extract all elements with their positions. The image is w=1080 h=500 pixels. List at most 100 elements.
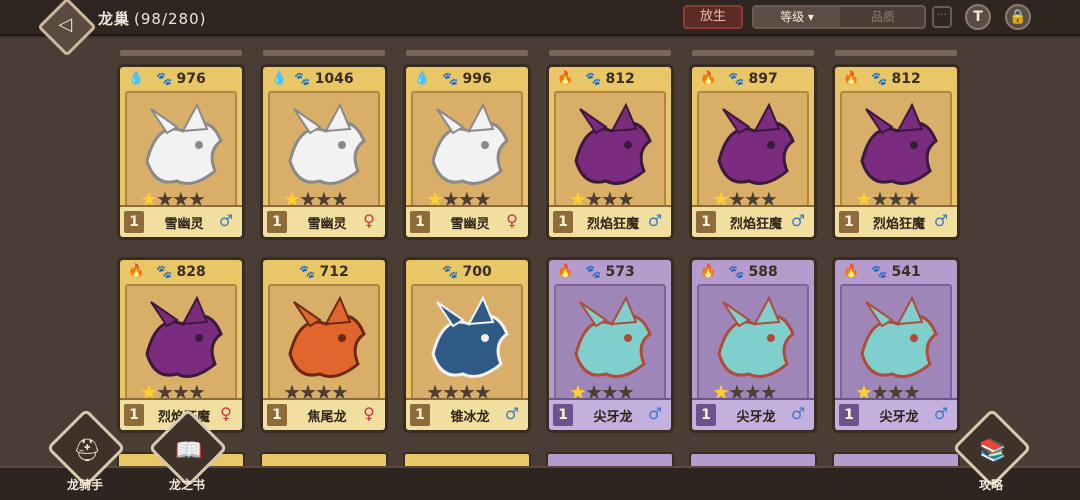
power-number: 976 <box>176 71 206 87</box>
guide-book-icon: 📚 <box>979 438 1007 464</box>
dragon-name: 尖牙龙 <box>593 410 633 425</box>
female-icon: ♀ <box>506 211 518 230</box>
dragon-card-partial[interactable] <box>832 452 960 466</box>
shelf-divider <box>406 50 528 56</box>
dragon-illustration <box>431 295 509 378</box>
dragon-illustration <box>145 295 223 378</box>
dragon-card[interactable]: 🐾 700 ★★★★ 1 锥冰龙 ♂ <box>403 257 531 433</box>
dragon-name: 焦尾龙 <box>307 410 347 425</box>
power-value: 🐾 828 <box>120 264 242 280</box>
dragon-card[interactable]: 🔥 🐾828 ★★★★ 1 烈焰狂魔 ♀ <box>117 257 245 433</box>
dragon-level: 1 <box>839 211 859 233</box>
dragon-card[interactable]: 💧 🐾 976 ★★★★ 1 雪幽灵 ♂ <box>117 64 245 240</box>
paw-icon: 🐾 <box>294 72 311 87</box>
dragon-level: 1 <box>553 404 573 426</box>
power-value: 🐾 700 <box>406 264 528 280</box>
power-value: 🐾 996 <box>406 71 528 87</box>
male-icon: ♂ <box>218 211 234 230</box>
more-options-button[interactable]: ··· <box>932 6 952 28</box>
male-icon: ♂ <box>790 404 806 423</box>
shelf-divider <box>692 50 814 56</box>
page-title-text: 龙巢 <box>98 10 131 28</box>
dragon-level: 1 <box>696 211 716 233</box>
male-icon: ♂ <box>933 404 949 423</box>
dragon-card[interactable]: 🔥 🐾 897 ★★★★ 1 烈焰狂魔 ♂ <box>689 64 817 240</box>
dragon-illustration <box>574 295 652 378</box>
dragon-illustration <box>574 102 652 185</box>
card-footer: 1 锥冰龙 ♂ <box>406 398 528 430</box>
dragon-name: 烈焰狂魔 <box>729 217 782 232</box>
female-icon: ♀ <box>363 211 375 230</box>
dragon-card-partial[interactable] <box>260 452 388 466</box>
paw-icon: 🐾 <box>728 265 745 280</box>
card-footer: 1 烈焰狂魔 ♂ <box>549 205 671 237</box>
dragon-card[interactable]: 🔥 🐾 812 ★★★★ 1 烈焰狂魔 ♂ <box>832 64 960 240</box>
paw-icon: 🐾 <box>728 72 745 87</box>
lock-icon: 🔒 <box>1009 9 1027 25</box>
dragon-level: 1 <box>839 404 859 426</box>
dragon-illustration <box>717 295 795 378</box>
dragon-level: 1 <box>410 404 430 426</box>
release-button[interactable]: 放生 <box>683 5 743 29</box>
dragon-card-partial[interactable] <box>689 452 817 466</box>
dragon-card[interactable]: 💧 🐾 1046 ★★★★ 1 雪幽灵 ♀ <box>260 64 388 240</box>
dragon-book-label: 龙之书 <box>168 478 205 492</box>
male-icon: ♂ <box>504 404 520 423</box>
power-number: 996 <box>462 71 492 87</box>
dragon-card[interactable]: 🐾 712 ★★★★ 1 焦尾龙 ♀ <box>260 257 388 433</box>
male-icon: ♂ <box>933 211 949 230</box>
paw-icon: 🐾 <box>156 72 173 87</box>
card-footer: 1 雪幽灵 ♂ <box>120 205 242 237</box>
sort-by-quality-tab[interactable]: 品质 <box>840 7 924 27</box>
page-title: 龙巢 (98/280) <box>98 8 207 29</box>
dragon-card[interactable]: 🔥 🐾 541 ★★★★ 1 尖牙龙 ♂ <box>832 257 960 433</box>
power-value: 🐾 812 <box>549 71 671 87</box>
male-icon: ♂ <box>647 404 663 423</box>
dragon-name: 雪幽灵 <box>307 217 347 232</box>
power-value: 🐾 812 <box>835 71 957 87</box>
power-value: 🐾 976 <box>120 71 242 87</box>
power-number: 541 <box>891 264 921 280</box>
power-number: 588 <box>748 264 778 280</box>
paw-icon: 🐾 <box>871 72 888 87</box>
dragon-card[interactable]: 🔥 🐾 588 ★★★★ 1 尖牙龙 ♂ <box>689 257 817 433</box>
dragon-level: 1 <box>124 211 144 233</box>
male-icon: ♂ <box>790 211 806 230</box>
back-arrow-icon: ◁ <box>58 13 73 35</box>
filter-button[interactable]: T <box>965 4 991 30</box>
dragon-card-partial[interactable] <box>546 452 674 466</box>
card-footer: 1 尖牙龙 ♂ <box>692 398 814 430</box>
top-bar: 龙巢 (98/280) 放生 等级 ▾ 品质 ··· T 🔒 <box>0 0 1080 36</box>
power-value: 🐾 588 <box>692 264 814 280</box>
dragon-name: 锥冰龙 <box>450 410 490 425</box>
male-icon: ♂ <box>647 211 663 230</box>
dragon-rider-label: 龙骑手 <box>66 478 103 492</box>
shelf-divider <box>549 50 671 56</box>
dragon-card[interactable]: 💧 🐾 996 ★★★★ 1 雪幽灵 ♀ <box>403 64 531 240</box>
paw-icon: 🐾 <box>156 265 173 280</box>
paw-icon: 🐾 <box>442 72 459 87</box>
shelf-divider <box>263 50 385 56</box>
dragon-card[interactable]: 🔥 🐾 573 ★★★★ 1 尖牙龙 ♂ <box>546 257 674 433</box>
power-number: 812 <box>605 71 635 87</box>
dragon-name: 尖牙龙 <box>736 410 776 425</box>
card-footer: 1 尖牙龙 ♂ <box>549 398 671 430</box>
dragon-name: 雪幽灵 <box>450 217 490 232</box>
sort-by-level-dropdown[interactable]: 等级 ▾ <box>754 7 840 27</box>
dragon-name: 尖牙龙 <box>879 410 919 425</box>
card-footer: 1 雪幽灵 ♀ <box>263 205 385 237</box>
dragon-card[interactable]: 🔥 🐾 812 ★★★★ 1 烈焰狂魔 ♂ <box>546 64 674 240</box>
female-icon: ♀ <box>220 404 232 423</box>
shelf-divider <box>835 50 957 56</box>
lock-button[interactable]: 🔒 <box>1005 4 1031 30</box>
viking-helmet-icon: ⛑ <box>73 438 102 464</box>
card-footer: 1 烈焰狂魔 ♂ <box>835 205 957 237</box>
card-footer: 1 雪幽灵 ♀ <box>406 205 528 237</box>
paw-icon: 🐾 <box>299 265 316 280</box>
paw-icon: 🐾 <box>442 265 459 280</box>
dragon-illustration <box>288 295 366 378</box>
power-number: 828 <box>176 264 206 280</box>
dragon-level: 1 <box>267 404 287 426</box>
dragon-card-partial[interactable] <box>403 452 531 466</box>
dragon-count: (98/280) <box>134 10 207 28</box>
